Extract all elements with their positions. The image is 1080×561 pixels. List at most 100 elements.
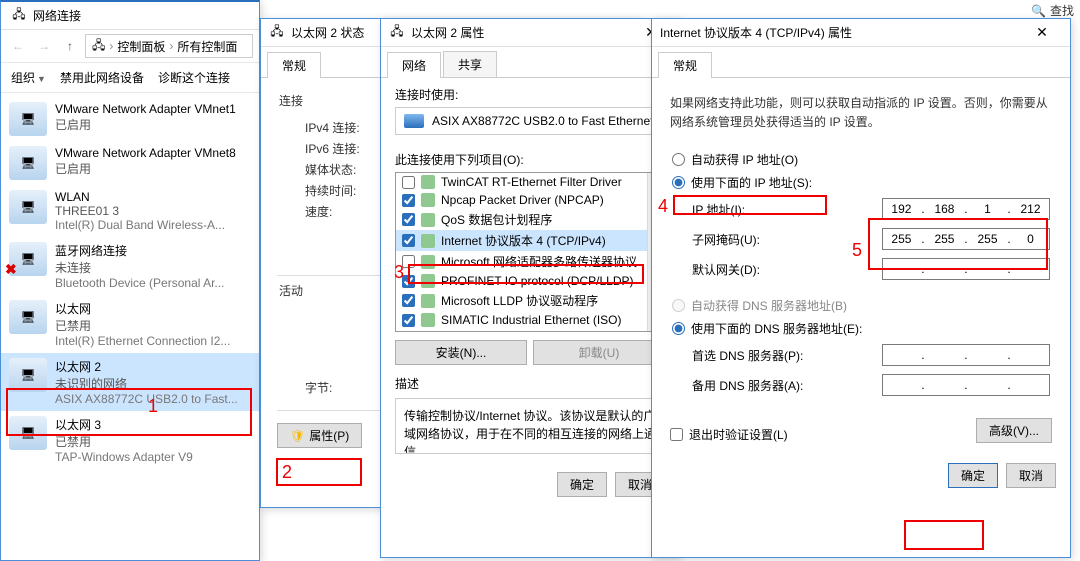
search-hint: 🔍查找 (1031, 2, 1074, 19)
adapter-text: VMware Network Adapter VMnet8已启用 (55, 146, 251, 177)
install-button[interactable]: 安装(N)... (395, 340, 527, 365)
ipv4-body: 如果网络支持此功能，则可以获取自动指派的 IP 设置。否则，你需要从网络系统管理… (652, 78, 1070, 453)
adapter-icon: 🖥 (9, 190, 47, 224)
properties-button[interactable]: 🛡属性(P) (277, 423, 362, 448)
network-connections-window: 🖧 网络连接 ← → ↑ 🖧 › 控制面板 › 所有控制面 组织▼ 禁用此网络设… (0, 0, 260, 561)
ok-button[interactable]: 确定 (948, 463, 998, 488)
close-icon[interactable]: ✕ (1022, 19, 1062, 47)
protocol-checkbox[interactable] (402, 176, 415, 189)
adapter-item[interactable]: 🖥WLANTHREE01 3Intel(R) Dual Band Wireles… (1, 185, 259, 237)
adapter-text: VMware Network Adapter VMnet1已启用 (55, 102, 251, 133)
annotation-4: 4 (658, 196, 668, 217)
validate-on-exit[interactable]: 退出时验证设置(L) (670, 426, 788, 443)
network-icon: 🖧 (269, 25, 285, 41)
adapter-item[interactable]: 🖥以太网 3已禁用TAP-Windows Adapter V9 (1, 411, 259, 469)
mask-input[interactable]: 255. 255. 255. 0 (882, 228, 1050, 250)
validate-checkbox[interactable] (670, 428, 683, 441)
protocol-icon (421, 175, 435, 189)
breadcrumb-part[interactable]: 控制面板 (117, 38, 165, 55)
nav-forward-icon[interactable]: → (33, 35, 55, 57)
protocol-row[interactable]: Microsoft 网络适配器多路传送器协议 (396, 251, 664, 272)
ok-button[interactable]: 确定 (557, 472, 607, 497)
ip-row: IP 地址(I): 192. 168. 1. 212 (670, 194, 1052, 224)
radio-manual-ip[interactable]: 使用下面的 IP 地址(S): (670, 171, 1052, 194)
items-label: 此连接使用下列项目(O): (395, 151, 665, 168)
protocol-row[interactable]: TwinCAT RT-Ethernet Filter Driver (396, 173, 664, 191)
toolbar-disable[interactable]: 禁用此网络设备 (60, 69, 144, 86)
adapter-item[interactable]: 🖥VMware Network Adapter VMnet1已启用 (1, 97, 259, 141)
radio-auto-ip-input[interactable] (672, 153, 685, 166)
dns1-label: 首选 DNS 服务器(P): (692, 347, 803, 364)
protocol-checkbox[interactable] (402, 314, 415, 327)
annotation-3: 3 (394, 262, 404, 283)
dns2-label: 备用 DNS 服务器(A): (692, 377, 803, 394)
nav-back-icon[interactable]: ← (7, 35, 29, 57)
breadcrumb[interactable]: 🖧 › 控制面板 › 所有控制面 (85, 34, 253, 58)
protocol-checkbox[interactable] (402, 194, 415, 207)
status-title: 以太网 2 状态 (291, 24, 364, 41)
gw-input[interactable]: . . . (882, 258, 1050, 280)
tab-network[interactable]: 网络 (387, 52, 441, 78)
protocol-checkbox[interactable] (402, 234, 415, 247)
desc-box: 传输控制协议/Internet 协议。该协议是默认的广域网络协议，用于在不同的相… (395, 398, 665, 454)
props-title: 以太网 2 属性 (411, 24, 484, 41)
protocol-label: PROFINET IO protocol (DCP/LLDP) (441, 274, 634, 288)
cancel-button[interactable]: 取消 (1006, 463, 1056, 488)
dns1-row: 首选 DNS 服务器(P): ... (670, 340, 1052, 370)
protocol-row[interactable]: Npcap Packet Driver (NPCAP) (396, 191, 664, 209)
uninstall-button: 卸载(U) (533, 340, 665, 365)
advanced-button[interactable]: 高级(V)... (976, 418, 1052, 443)
ipv4-title: Internet 协议版本 4 (TCP/IPv4) 属性 (660, 24, 852, 41)
ipv4-tabs: 常规 (652, 47, 1070, 78)
netconn-titlebar: 🖧 网络连接 (1, 2, 259, 30)
protocol-row[interactable]: QoS 数据包计划程序 (396, 209, 664, 230)
protocol-row[interactable]: PROFINET IO protocol (DCP/LLDP) (396, 272, 664, 290)
mask-label: 子网掩码(U): (692, 231, 760, 248)
nic-icon (404, 114, 424, 128)
radio-manual-dns-input[interactable] (672, 322, 685, 335)
props-titlebar[interactable]: 🖧 以太网 2 属性 ✕ (381, 19, 679, 47)
tab-general[interactable]: 常规 (267, 52, 321, 78)
protocol-row[interactable]: Microsoft LLDP 协议驱动程序 (396, 290, 664, 311)
adapter-item[interactable]: 🖥以太网 2未识别的网络ASIX AX88772C USB2.0 to Fast… (1, 353, 259, 411)
adapter-item[interactable]: 🖥VMware Network Adapter VMnet8已启用 (1, 141, 259, 185)
adapter-item[interactable]: 🖥蓝牙网络连接未连接Bluetooth Device (Personal Ar.… (1, 237, 259, 295)
nic-box: ASIX AX88772C USB2.0 to Fast Ethernet (395, 107, 665, 135)
protocol-checkbox[interactable] (402, 213, 415, 226)
network-icon: 🖧 (11, 8, 27, 24)
adapter-icon: 🖥 (9, 242, 47, 276)
network-icon: 🖧 (92, 36, 105, 57)
nav-up-icon[interactable]: ↑ (59, 35, 81, 57)
adapter-item[interactable]: 🖥以太网已禁用Intel(R) Ethernet Connection I2..… (1, 295, 259, 353)
props-tabs: 网络 共享 (381, 47, 679, 78)
dns1-input[interactable]: ... (882, 344, 1050, 366)
protocol-row[interactable]: Internet 协议版本 4 (TCP/IPv4) (396, 230, 664, 251)
protocol-list[interactable]: TwinCAT RT-Ethernet Filter DriverNpcap P… (395, 172, 665, 332)
props-body: 连接时使用: ASIX AX88772C USB2.0 to Fast Ethe… (381, 78, 679, 462)
dns2-input[interactable]: ... (882, 374, 1050, 396)
adapter-text: 以太网已禁用Intel(R) Ethernet Connection I2... (55, 300, 251, 348)
protocol-checkbox[interactable] (402, 294, 415, 307)
radio-auto-dns-input (672, 299, 685, 312)
network-icon: 🖧 (389, 25, 405, 41)
protocol-row[interactable]: SIMATIC Industrial Ethernet (ISO) (396, 311, 664, 329)
radio-manual-ip-input[interactable] (672, 176, 685, 189)
radio-manual-dns[interactable]: 使用下面的 DNS 服务器地址(E): (670, 317, 1052, 340)
search-icon: 🔍 (1031, 4, 1046, 18)
radio-auto-ip[interactable]: 自动获得 IP 地址(O) (670, 148, 1052, 171)
adapter-icon: 🖥 (9, 358, 47, 392)
ipv4-titlebar[interactable]: Internet 协议版本 4 (TCP/IPv4) 属性 ✕ (652, 19, 1070, 47)
toolbar-organize[interactable]: 组织▼ (11, 69, 46, 86)
netconn-title: 网络连接 (33, 7, 81, 24)
chevron-right-icon: › (169, 39, 173, 53)
tab-general[interactable]: 常规 (658, 52, 712, 78)
adapter-icon: 🖥 (9, 300, 47, 334)
ip-input[interactable]: 192. 168. 1. 212 (882, 198, 1050, 220)
adapter-icon: 🖥 (9, 416, 47, 450)
adapter-text: 以太网 3已禁用TAP-Windows Adapter V9 (55, 416, 251, 464)
protocol-icon (421, 213, 435, 227)
gw-label: 默认网关(D): (692, 261, 760, 278)
breadcrumb-part[interactable]: 所有控制面 (177, 38, 237, 55)
tab-share[interactable]: 共享 (443, 51, 497, 77)
toolbar-diagnose[interactable]: 诊断这个连接 (158, 69, 230, 86)
